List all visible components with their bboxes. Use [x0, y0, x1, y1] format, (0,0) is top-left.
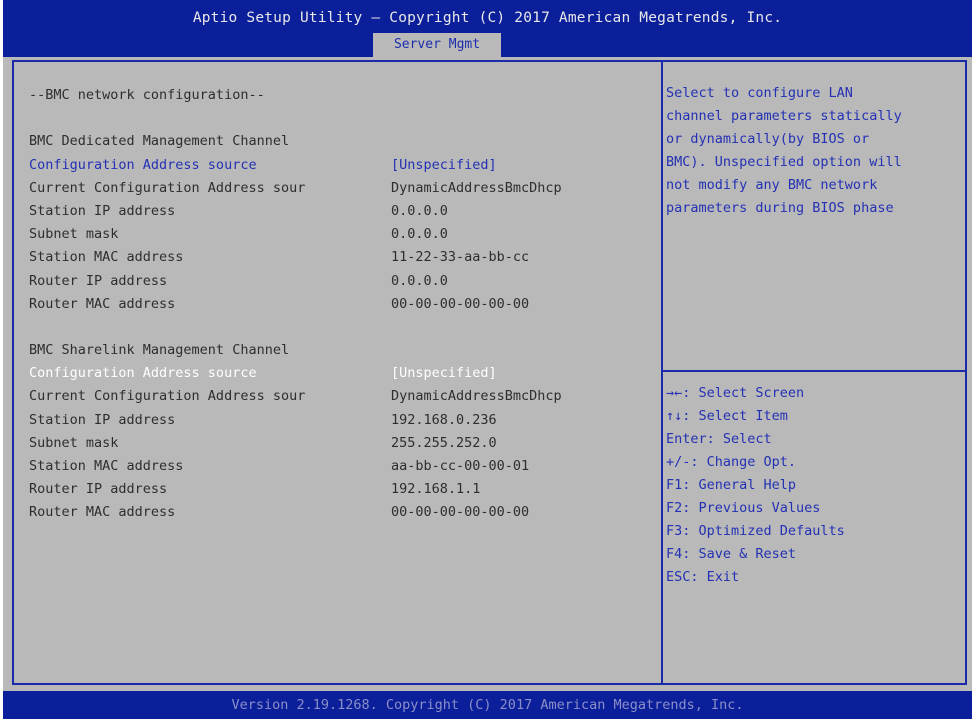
setting-label: Current Configuration Address sour [29, 179, 306, 196]
dedicated-router-mac: Router MAC address 00-00-00-00-00-00 [29, 293, 649, 316]
app-title: Aptio Setup Utility – Copyright (C) 2017… [192, 10, 783, 26]
sharelink-station-ip: Station IP address 192.168.0.236 [29, 409, 649, 432]
setting-label: Router MAC address [29, 504, 176, 521]
setting-label[interactable]: Configuration Address source [29, 362, 257, 385]
setting-label: Router MAC address [29, 295, 176, 312]
main-panel: --BMC network configuration-- BMC Dedica… [3, 57, 972, 691]
setting-label: Subnet mask [29, 434, 119, 451]
key-select-item: ↑↓: Select Item [666, 408, 788, 424]
key-legend: →←: Select Screen ↑↓: Select Item Enter:… [666, 382, 962, 589]
key-enter-select: Enter: Select [666, 431, 772, 447]
dedicated-heading-text: BMC Dedicated Management Channel [29, 133, 290, 150]
setting-value: aa-bb-cc-00-00-01 [391, 458, 530, 474]
section-title-text: --BMC network configuration-- [29, 87, 265, 103]
sharelink-config-address-source[interactable]: Configuration Address source [Unspecifie… [29, 362, 649, 385]
dedicated-router-ip: Router IP address 0.0.0.0 [29, 270, 649, 293]
setting-value: 192.168.0.236 [391, 411, 497, 428]
help-divider [663, 370, 967, 372]
help-line: parameters during BIOS phase [666, 200, 894, 216]
settings-list: --BMC network configuration-- BMC Dedica… [29, 84, 649, 525]
setting-value: 192.168.1.1 [391, 481, 481, 498]
setting-value: 00-00-00-00-00-00 [391, 504, 530, 521]
setting-value: 0.0.0.0 [391, 226, 448, 243]
setting-label: Station IP address [29, 202, 176, 219]
setting-value: 0.0.0.0 [391, 272, 448, 289]
key-change-opt: +/-: Change Opt. [666, 454, 797, 470]
key-exit: ESC: Exit [666, 569, 740, 585]
sharelink-router-mac: Router MAC address 00-00-00-00-00-00 [29, 501, 649, 524]
dedicated-subnet-mask: Subnet mask 0.0.0.0 [29, 223, 649, 246]
setting-value[interactable]: [Unspecified] [391, 154, 497, 177]
help-line: channel parameters statically [666, 108, 902, 124]
sharelink-heading-text: BMC Sharelink Management Channel [29, 342, 290, 359]
setting-label: Station MAC address [29, 458, 184, 474]
sharelink-subnet-mask: Subnet mask 255.255.252.0 [29, 432, 649, 455]
help-text: Select to configure LAN channel paramete… [666, 82, 962, 220]
sharelink-station-mac: Station MAC address aa-bb-cc-00-00-01 [29, 455, 649, 478]
setting-label: Station MAC address [29, 249, 184, 266]
version-text: Version 2.19.1268. Copyright (C) 2017 Am… [231, 697, 744, 713]
setting-label: Router IP address [29, 272, 168, 289]
help-line: not modify any BMC network [666, 177, 878, 193]
section-title: --BMC network configuration-- [29, 84, 649, 107]
sharelink-heading: BMC Sharelink Management Channel [29, 339, 649, 362]
dedicated-station-ip: Station IP address 0.0.0.0 [29, 200, 649, 223]
help-line: BMC). Unspecified option will [666, 154, 902, 170]
setting-value: 00-00-00-00-00-00 [391, 295, 530, 312]
setting-label: Router IP address [29, 481, 168, 498]
dedicated-station-mac: Station MAC address 11-22-33-aa-bb-cc [29, 246, 649, 269]
key-optimized-defaults: F3: Optimized Defaults [666, 523, 845, 539]
key-select-screen: →←: Select Screen [666, 385, 805, 401]
setting-label: Subnet mask [29, 226, 119, 243]
sharelink-current-config-address: Current Configuration Address sour Dynam… [29, 385, 649, 408]
setting-value: 0.0.0.0 [391, 202, 448, 219]
setting-value[interactable]: [Unspecified] [391, 362, 497, 385]
setting-value: 11-22-33-aa-bb-cc [391, 249, 530, 266]
header-bar: Aptio Setup Utility – Copyright (C) 2017… [3, 0, 972, 57]
help-line: or dynamically(by BIOS or [666, 131, 870, 147]
setting-value: DynamicAddressBmcDhcp [391, 388, 562, 405]
dedicated-config-address-source[interactable]: Configuration Address source [Unspecifie… [29, 154, 649, 177]
key-previous-values: F2: Previous Values [666, 500, 821, 516]
tab-server-mgmt[interactable]: Server Mgmt [373, 33, 501, 57]
vertical-divider [661, 62, 663, 683]
footer-bar: Version 2.19.1268. Copyright (C) 2017 Am… [3, 691, 972, 719]
key-save-reset: F4: Save & Reset [666, 546, 797, 562]
help-line: Select to configure LAN [666, 85, 853, 101]
setting-label: Current Configuration Address sour [29, 388, 306, 405]
dedicated-current-config-address: Current Configuration Address sour Dynam… [29, 177, 649, 200]
setting-value: 255.255.252.0 [391, 434, 497, 451]
setting-label: Station IP address [29, 411, 176, 428]
setting-label[interactable]: Configuration Address source [29, 154, 257, 177]
dedicated-heading: BMC Dedicated Management Channel [29, 130, 649, 153]
setting-value: DynamicAddressBmcDhcp [391, 179, 562, 196]
sharelink-router-ip: Router IP address 192.168.1.1 [29, 478, 649, 501]
content-frame: --BMC network configuration-- BMC Dedica… [12, 60, 967, 685]
key-general-help: F1: General Help [666, 477, 797, 493]
